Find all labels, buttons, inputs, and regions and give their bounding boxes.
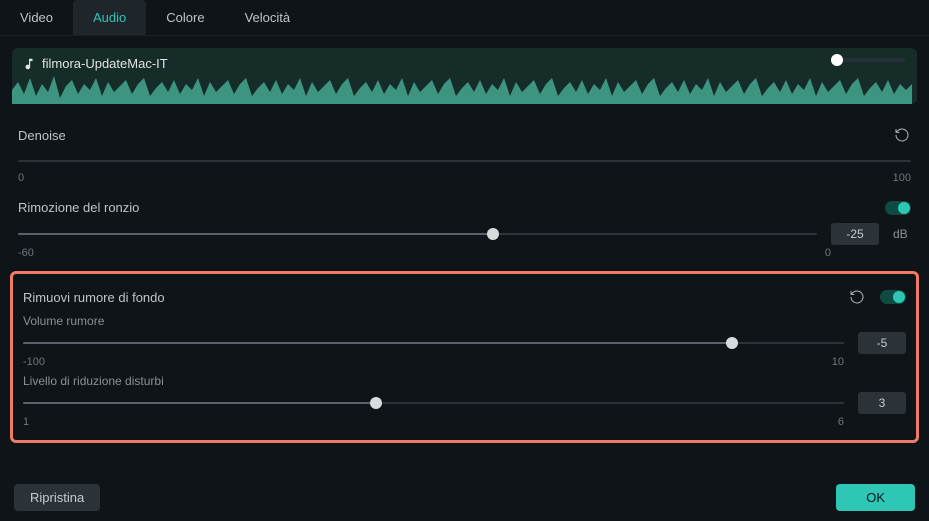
clip-name: filmora-UpdateMac-IT xyxy=(42,56,168,71)
bgnoise-vol-label: Volume rumore xyxy=(23,314,906,328)
bgnoise-vol-value[interactable]: -5 xyxy=(858,332,906,354)
bgnoise-lvl-value[interactable]: 3 xyxy=(858,392,906,414)
hum-value[interactable]: -25 xyxy=(831,223,879,245)
denoise-title: Denoise xyxy=(18,128,66,143)
bgnoise-lvl-max: 6 xyxy=(838,416,844,428)
section-hum-removal: Rimozione del ronzio -25 dB -60 xyxy=(12,196,917,259)
waveform-graphic xyxy=(12,70,912,104)
section-bg-noise-highlight: Rimuovi rumore di fondo Volume rumore xyxy=(10,271,919,443)
bgnoise-vol-max: 10 xyxy=(832,356,844,368)
hum-toggle[interactable] xyxy=(885,201,911,215)
music-note-icon xyxy=(22,57,36,71)
tab-video[interactable]: Video xyxy=(0,0,73,35)
hum-max: 0 xyxy=(825,247,831,259)
bgnoise-toggle[interactable] xyxy=(880,290,906,304)
bgnoise-lvl-min: 1 xyxy=(23,416,29,428)
bgnoise-title: Rimuovi rumore di fondo xyxy=(23,290,165,305)
hum-title: Rimozione del ronzio xyxy=(18,200,139,215)
tab-audio[interactable]: Audio xyxy=(73,0,146,35)
denoise-slider[interactable] xyxy=(18,152,911,170)
tab-speed[interactable]: Velocità xyxy=(225,0,311,35)
bgnoise-lvl-label: Livello di riduzione disturbi xyxy=(23,374,906,388)
bgnoise-lvl-slider[interactable] xyxy=(23,394,844,412)
denoise-min: 0 xyxy=(18,172,24,184)
section-denoise: Denoise 0 100 xyxy=(12,122,917,184)
denoise-max: 100 xyxy=(893,172,911,184)
hum-min: -60 xyxy=(18,247,34,259)
bgnoise-vol-slider[interactable] xyxy=(23,334,844,352)
ok-button[interactable]: OK xyxy=(836,484,915,511)
reset-button[interactable]: Ripristina xyxy=(14,484,100,511)
waveform-preview[interactable]: filmora-UpdateMac-IT xyxy=(12,48,917,104)
footer: Ripristina OK xyxy=(0,476,929,521)
reset-icon[interactable] xyxy=(893,126,911,144)
hum-unit: dB xyxy=(893,227,911,241)
tab-bar: Video Audio Colore Velocità xyxy=(0,0,929,36)
reset-icon[interactable] xyxy=(848,288,866,306)
hum-slider[interactable] xyxy=(18,225,817,243)
tab-color[interactable]: Colore xyxy=(146,0,224,35)
bgnoise-vol-min: -100 xyxy=(23,356,45,368)
